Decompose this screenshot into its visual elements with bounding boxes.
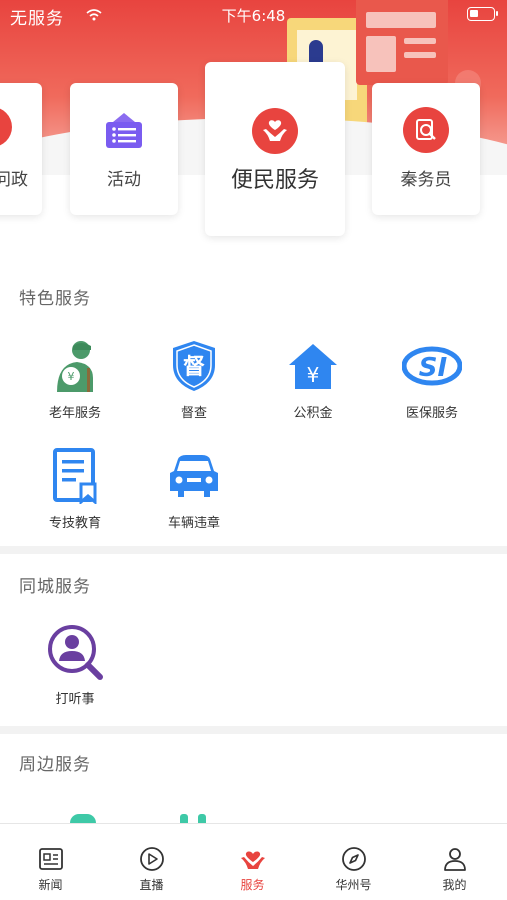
wenzheng-icon [0,107,12,147]
card-convenience-service[interactable]: 便民服务 [205,62,345,236]
tab-label: 服务 [240,878,265,892]
tab-label: 新闻 [38,878,63,892]
nearby-services-section: 周边服务 [0,734,507,823]
compass-icon [339,844,369,874]
status-time: 下午6:48 [221,7,286,25]
service-label: 老年服务 [48,406,101,421]
card-label: 问政 [0,170,28,190]
convenience-service-icon [252,108,298,154]
card-qinwuyuan[interactable]: 秦务员 [372,83,480,215]
tab-label: 直播 [139,878,164,892]
card-label: 便民服务 [230,168,319,193]
card-label: 活动 [107,170,141,190]
tab-mine[interactable]: 我的 [404,824,505,900]
featured-services-section: 特色服务 ¥ 老年服务 督 督查 ¥ 公积金 SI 医保服务 专技教育 车辆违章 [0,248,507,546]
city-services-section: 同城服务 打听事 [0,554,507,726]
car-icon [164,446,224,506]
nearby-service-icon-partial[interactable] [180,814,208,823]
svg-text:督: 督 [183,354,205,380]
svg-text:¥: ¥ [68,370,75,383]
app-screen: { "status_bar": { "carrier": "无服务", "tim… [0,0,507,900]
section-title: 周边服务 [19,755,91,775]
activity-icon [101,109,147,155]
svg-text:SI: SI [419,353,448,383]
card-wenzheng[interactable]: 问政 [0,83,42,215]
user-icon [440,844,470,874]
news-icon [36,844,66,874]
svg-text:¥: ¥ [307,363,320,387]
play-icon [137,844,167,874]
service-housing-fund[interactable]: ¥ 公积金 [258,336,368,421]
card-activity[interactable]: 活动 [70,83,178,215]
bottom-tab-bar: 新闻 直播 服务 华州号 我的 [0,823,507,900]
housing-fund-icon: ¥ [283,336,343,396]
service-label: 公积金 [293,406,333,421]
tab-huazhou[interactable]: 华州号 [303,824,404,900]
tab-label: 华州号 [335,878,372,892]
service-label: 打听事 [55,692,95,707]
elderly-icon: ¥ [45,336,105,396]
heart-hand-icon [238,844,268,874]
service-medical-insurance[interactable]: SI 医保服务 [377,336,487,421]
qinwuyuan-icon [403,107,449,153]
service-inquiry[interactable]: 打听事 [20,622,130,707]
inquiry-person-icon [45,622,105,682]
section-divider [0,726,507,734]
tab-service[interactable]: 服务 [202,824,303,900]
document-icon [45,446,105,506]
service-professional-education[interactable]: 专技教育 [20,446,130,531]
section-title: 特色服务 [19,289,91,309]
service-label: 医保服务 [405,406,458,421]
status-bar: 无服务 下午6:48 [0,0,507,30]
medical-insurance-icon: SI [402,336,462,396]
tab-label: 我的 [442,878,467,892]
service-elderly[interactable]: ¥ 老年服务 [20,336,130,421]
section-divider [0,546,507,554]
nearby-service-icon-partial[interactable] [70,814,96,823]
service-supervision[interactable]: 督 督查 [139,336,249,421]
section-title: 同城服务 [19,577,91,597]
battery-icon [467,7,498,21]
tab-live[interactable]: 直播 [101,824,202,900]
service-label: 车辆违章 [167,516,220,531]
card-label: 秦务员 [400,170,452,190]
service-label: 专技教育 [48,516,101,531]
tab-news[interactable]: 新闻 [0,824,101,900]
supervision-shield-icon: 督 [164,336,224,396]
service-vehicle-violation[interactable]: 车辆违章 [139,446,249,531]
service-label: 督查 [180,406,207,421]
